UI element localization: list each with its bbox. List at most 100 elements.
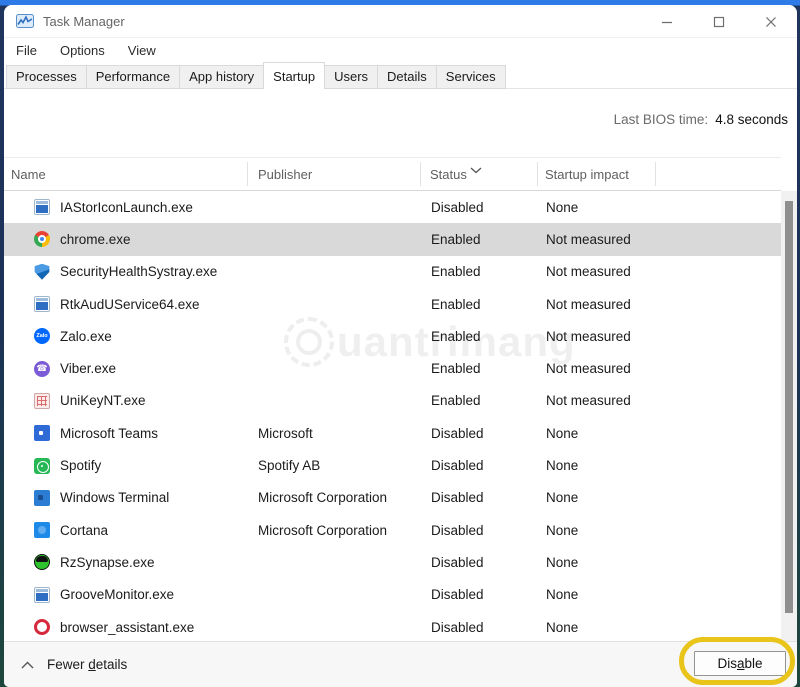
- spotify-icon: [34, 458, 50, 474]
- menu-item-file[interactable]: File: [13, 41, 40, 60]
- status-cell: Disabled: [431, 482, 484, 514]
- tab-bar: ProcessesPerformanceApp historyStartupUs…: [4, 62, 797, 89]
- table-row[interactable]: SecurityHealthSystray.exeEnabledNot meas…: [4, 256, 781, 288]
- startup-item-name: chrome.exe: [60, 232, 131, 247]
- publisher-cell: Microsoft Corporation: [258, 514, 387, 546]
- startup-impact-cell: Not measured: [546, 385, 631, 417]
- startup-impact-cell: Not measured: [546, 256, 631, 288]
- disable-button[interactable]: Disable: [694, 651, 786, 676]
- menu-item-view[interactable]: View: [125, 41, 159, 60]
- publisher-cell: Spotify AB: [258, 449, 320, 481]
- menu-item-options[interactable]: Options: [57, 41, 108, 60]
- startup-item-name: UniKeyNT.exe: [60, 393, 146, 408]
- zalo-icon: [34, 328, 50, 344]
- tab-performance[interactable]: Performance: [86, 65, 180, 89]
- status-cell: Disabled: [431, 417, 484, 449]
- column-divider[interactable]: [655, 162, 656, 186]
- startup-item-name: Spotify: [60, 458, 101, 473]
- status-cell: Enabled: [431, 320, 481, 352]
- maximize-button[interactable]: [693, 5, 745, 38]
- startup-item-name: SecurityHealthSystray.exe: [60, 264, 217, 279]
- fewer-details-toggle[interactable]: Fewer details: [21, 642, 127, 687]
- tab-services[interactable]: Services: [436, 65, 506, 89]
- name-cell: browser_assistant.exe: [34, 611, 194, 641]
- chevron-up-icon: [21, 657, 34, 672]
- fewer-details-label: Fewer details: [47, 657, 127, 672]
- tab-startup[interactable]: Startup: [263, 62, 325, 89]
- startup-item-name: browser_assistant.exe: [60, 620, 194, 635]
- status-cell: Disabled: [431, 514, 484, 546]
- status-cell: Disabled: [431, 546, 484, 578]
- status-cell: Disabled: [431, 191, 484, 223]
- column-header-startup-impact[interactable]: Startup impact: [545, 167, 629, 182]
- table-row[interactable]: RtkAudUService64.exeEnabledNot measured: [4, 288, 781, 320]
- startup-impact-cell: None: [546, 449, 578, 481]
- table-row[interactable]: Viber.exeEnabledNot measured: [4, 352, 781, 384]
- table-row[interactable]: RzSynapse.exe Disabled None: [4, 546, 781, 578]
- close-button[interactable]: [745, 5, 797, 38]
- table-row[interactable]: IAStorIconLaunch.exeDisabledNone: [4, 191, 781, 223]
- column-header-publisher[interactable]: Publisher: [258, 167, 312, 182]
- last-bios-time-label: Last BIOS time:: [614, 112, 709, 127]
- name-cell: Viber.exe: [34, 352, 116, 384]
- startup-item-name: RzSynapse.exe: [60, 555, 155, 570]
- task-manager-window: Task Manager FileOptionsView ProcessesPe…: [4, 5, 797, 687]
- app-window-icon: [34, 587, 50, 603]
- column-header-name[interactable]: Name: [11, 167, 46, 182]
- startup-impact-cell: None: [546, 611, 578, 641]
- startup-impact-cell: Not measured: [546, 288, 631, 320]
- name-cell: SecurityHealthSystray.exe: [34, 256, 217, 288]
- name-cell: chrome.exe: [34, 223, 131, 255]
- startup-impact-cell: None: [546, 482, 578, 514]
- table-row[interactable]: SpotifySpotify ABDisabledNone: [4, 449, 781, 481]
- table-row[interactable]: Microsoft TeamsMicrosoftDisabledNone: [4, 417, 781, 449]
- name-cell: RzSynapse.exe: [34, 546, 155, 578]
- name-cell: GrooveMonitor.exe: [34, 579, 174, 611]
- vertical-scrollbar[interactable]: [781, 191, 797, 641]
- name-cell: UniKeyNT.exe: [34, 385, 146, 417]
- startup-impact-cell: None: [546, 546, 578, 578]
- name-cell: Spotify: [34, 449, 101, 481]
- startup-item-name: Windows Terminal: [60, 490, 169, 505]
- chrome-icon: [34, 231, 50, 247]
- unikey-keyboard-icon: [34, 393, 50, 409]
- status-cell: Enabled: [431, 288, 481, 320]
- status-cell: Disabled: [431, 579, 484, 611]
- table-row[interactable]: UniKeyNT.exeEnabledNot measured: [4, 385, 781, 417]
- menu-bar: File Options View: [4, 38, 797, 62]
- table-row[interactable]: CortanaMicrosoft CorporationDisabledNone: [4, 514, 781, 546]
- publisher-cell: Microsoft Corporation: [258, 482, 387, 514]
- opera-icon: [34, 619, 50, 635]
- tab-users[interactable]: Users: [324, 65, 378, 89]
- tab-app-history[interactable]: App history: [179, 65, 264, 89]
- teams-icon: [34, 425, 50, 441]
- name-cell: Zalo.exe: [34, 320, 112, 352]
- column-header-status[interactable]: Status: [430, 167, 467, 182]
- tab-processes[interactable]: Processes: [6, 65, 87, 89]
- table-row[interactable]: browser_assistant.exeDisabledNone: [4, 611, 781, 641]
- table-row[interactable]: GrooveMonitor.exe Disabled None: [4, 579, 781, 611]
- scrollbar-thumb[interactable]: [785, 201, 793, 613]
- startup-impact-cell: None: [546, 191, 578, 223]
- startup-item-name: Viber.exe: [60, 361, 116, 376]
- startup-table: IAStorIconLaunch.exeDisabledNonechrome.e…: [4, 191, 781, 641]
- name-cell: Microsoft Teams: [34, 417, 158, 449]
- column-divider[interactable]: [420, 162, 421, 186]
- startup-impact-cell: Not measured: [546, 320, 631, 352]
- name-cell: Cortana: [34, 514, 108, 546]
- razer-synapse-icon: [34, 554, 50, 570]
- column-divider[interactable]: [247, 162, 248, 186]
- tab-details[interactable]: Details: [377, 65, 437, 89]
- startup-impact-cell: Not measured: [546, 352, 631, 384]
- table-row[interactable]: Zalo.exe Enabled Not measured: [4, 320, 781, 352]
- table-row[interactable]: Windows Terminal Microsoft Corporation Dis…: [4, 482, 781, 514]
- startup-impact-cell: None: [546, 579, 578, 611]
- windows-terminal-icon: [34, 490, 50, 506]
- minimize-button[interactable]: [641, 5, 693, 38]
- startup-item-name: Microsoft Teams: [60, 426, 158, 441]
- cortana-icon: [34, 522, 50, 538]
- startup-item-name: GrooveMonitor.exe: [60, 587, 174, 602]
- table-row[interactable]: chrome.exeEnabledNot measured: [4, 223, 781, 255]
- app-window-icon: [34, 296, 50, 312]
- column-divider[interactable]: [537, 162, 538, 186]
